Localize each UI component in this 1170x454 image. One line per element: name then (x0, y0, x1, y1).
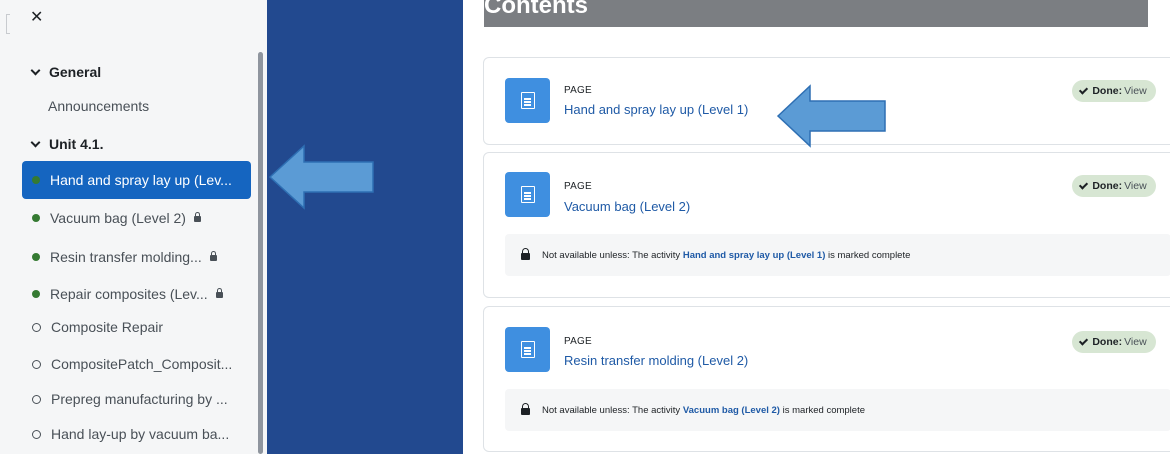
complete-dot-icon (32, 214, 40, 222)
sidebar-item-resin-transfer[interactable]: Resin transfer molding... (22, 238, 251, 276)
chevron-down-icon (30, 137, 41, 147)
activity-link[interactable]: Vacuum bag (Level 2) (564, 199, 690, 214)
check-icon (1079, 84, 1089, 95)
section-general[interactable]: General (30, 64, 102, 80)
course-index-drawer: ✕ General Announcements Unit 4.1. Hand a… (0, 0, 267, 454)
sidebar-item-announcements[interactable]: Announcements (22, 87, 251, 125)
page-icon (505, 78, 550, 123)
sidebar-item-hand-layup[interactable]: Hand lay-up by vacuum ba... (22, 415, 251, 453)
activity-card: PAGE Vacuum bag (Level 2) Done: View Not… (483, 152, 1170, 298)
page-icon (505, 172, 550, 217)
lock-icon (215, 288, 223, 298)
sidebar-item-vacuum-bag[interactable]: Vacuum bag (Level 2) (22, 199, 251, 237)
restriction-notice: Not available unless: The activity Hand … (505, 234, 1170, 276)
activity-link[interactable]: Hand and spray lay up (Level 1) (564, 102, 748, 117)
chevron-down-icon (30, 65, 41, 75)
restriction-notice: Not available unless: The activity Vacuu… (505, 389, 1170, 431)
restriction-activity-link[interactable]: Vacuum bag (Level 2) (683, 405, 780, 416)
section-general-label: General (49, 64, 102, 80)
activity-type: PAGE (564, 336, 592, 347)
close-icon: ✕ (30, 9, 44, 26)
drawer-edge (6, 14, 10, 34)
done-label: Done: (1092, 180, 1123, 192)
complete-dot-icon (32, 253, 40, 261)
sidebar-item-label: Announcements (48, 98, 150, 114)
completion-badge[interactable]: Done: View (1072, 80, 1156, 102)
complete-dot-icon (32, 176, 40, 184)
activity-type: PAGE (564, 181, 592, 192)
annotation-arrow-left-icon (776, 84, 886, 148)
section-unit-label: Unit 4.1. (49, 136, 104, 152)
incomplete-circle-icon (32, 322, 41, 332)
background-panel (267, 0, 463, 454)
lock-icon (209, 251, 217, 261)
activity-type: PAGE (564, 85, 592, 96)
check-icon (1079, 179, 1089, 190)
incomplete-circle-icon (32, 429, 41, 439)
sidebar-item-label: Resin transfer molding... (50, 249, 202, 265)
restriction-suffix: is marked complete (828, 249, 911, 261)
restriction-prefix: Not available unless: The activity (542, 404, 681, 416)
completion-badge[interactable]: Done: View (1072, 331, 1156, 353)
sidebar-item-label: Repair composites (Lev... (50, 286, 208, 302)
done-value: View (1124, 85, 1147, 97)
done-value: View (1124, 336, 1147, 348)
sidebar-item-prepreg[interactable]: Prepreg manufacturing by ... (22, 380, 251, 418)
page-title: Contents (484, 0, 588, 19)
lock-icon (521, 402, 530, 415)
activity-card: PAGE Resin transfer molding (Level 2) Do… (483, 306, 1170, 452)
lock-icon (521, 247, 530, 260)
restriction-suffix: is marked complete (782, 404, 865, 416)
contents-header: Contents (484, 0, 1148, 27)
sidebar-item-label: Composite Repair (51, 319, 164, 335)
sidebar-item-hand-spray[interactable]: Hand and spray lay up (Lev... (22, 161, 251, 199)
annotation-arrow-left-icon (268, 144, 374, 210)
restriction-prefix: Not available unless: The activity (542, 249, 681, 261)
complete-dot-icon (32, 290, 40, 298)
completion-badge[interactable]: Done: View (1072, 175, 1156, 197)
drawer-scrollbar[interactable] (258, 52, 263, 454)
sidebar-item-label: Vacuum bag (Level 2) (50, 210, 186, 226)
done-label: Done: (1092, 85, 1123, 97)
section-unit-4-1[interactable]: Unit 4.1. (30, 136, 104, 152)
incomplete-circle-icon (32, 359, 41, 369)
page-icon (505, 327, 550, 372)
sidebar-item-composite-repair[interactable]: Composite Repair (22, 308, 251, 346)
check-icon (1079, 335, 1089, 346)
done-label: Done: (1092, 336, 1123, 348)
activity-link[interactable]: Resin transfer molding (Level 2) (564, 353, 748, 368)
sidebar-item-label: Hand lay-up by vacuum ba... (51, 426, 230, 442)
incomplete-circle-icon (32, 394, 41, 404)
sidebar-item-label: Hand and spray lay up (Lev... (50, 172, 232, 188)
sidebar-item-composite-patch[interactable]: CompositePatch_Composit... (22, 345, 251, 383)
sidebar-item-label: Prepreg manufacturing by ... (51, 391, 228, 407)
close-drawer-button[interactable]: ✕ (30, 8, 43, 28)
lock-icon (193, 212, 201, 222)
sidebar-item-label: CompositePatch_Composit... (51, 356, 233, 372)
done-value: View (1124, 180, 1147, 192)
restriction-activity-link[interactable]: Hand and spray lay up (Level 1) (683, 250, 826, 261)
